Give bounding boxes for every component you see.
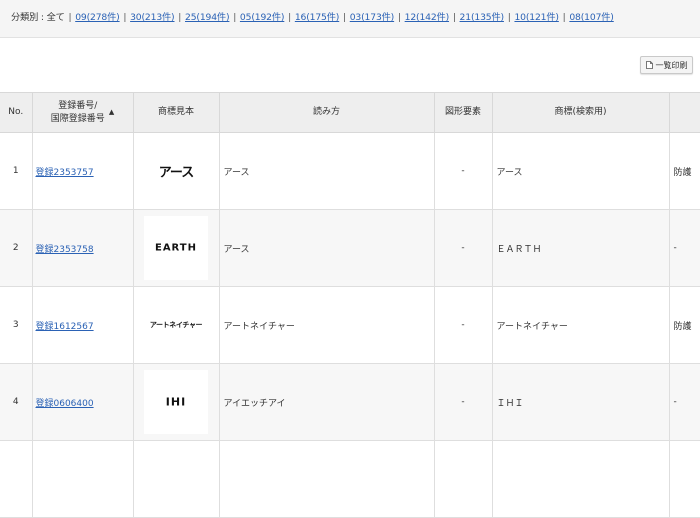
registration-cell bbox=[32, 440, 134, 518]
table-row: 3 登録1612567 アートネイチャー アートネイチャー - アートネイチャー… bbox=[0, 286, 700, 364]
header-reg-line2: 国際登録番号 bbox=[50, 113, 105, 124]
search-mark-cell: アース bbox=[492, 132, 670, 210]
header-search-mark: 商標(検索用) bbox=[492, 92, 670, 133]
trademark-image-text: IHI bbox=[165, 395, 187, 409]
row-no: 3 bbox=[0, 286, 33, 364]
table-row: 2 登録2353758 EARTH アース - ＥＡＲＴＨ - bbox=[0, 209, 700, 287]
extra-cell: 防護 bbox=[669, 132, 700, 210]
sort-ascending-icon[interactable]: ▲ bbox=[109, 108, 114, 116]
trademark-image-cell bbox=[133, 440, 220, 518]
search-mark-cell: アートネイチャー bbox=[492, 286, 670, 364]
filter-link-09[interactable]: 09(278件) bbox=[75, 12, 120, 23]
table-row bbox=[0, 440, 700, 518]
filter-label: 分類別 : bbox=[11, 12, 47, 23]
filter-link-05[interactable]: 05(192件) bbox=[240, 12, 285, 23]
header-registration-number[interactable]: 登録番号/ 国際登録番号 ▲ bbox=[32, 92, 134, 133]
table-row: 4 登録0606400 IHI アイエッチアイ - ＩＨＩ - bbox=[0, 363, 700, 441]
extra-cell: 防護 bbox=[669, 286, 700, 364]
registration-link[interactable]: 登録0606400 bbox=[36, 399, 94, 409]
table-header-row: No. 登録番号/ 国際登録番号 ▲ 商標見本 読み方 図形要素 商標(検索用) bbox=[0, 92, 700, 133]
filter-all: 全て bbox=[46, 12, 65, 23]
trademark-image-text: アートネイチャー bbox=[149, 321, 203, 329]
filter-link-21[interactable]: 21(135件) bbox=[460, 12, 505, 23]
search-mark-cell: ＥＡＲＴＨ bbox=[492, 209, 670, 287]
trademark-image: EARTH bbox=[144, 216, 208, 280]
trademark-image: IHI bbox=[144, 370, 208, 434]
header-no: No. bbox=[0, 92, 33, 133]
header-mark-sample: 商標見本 bbox=[133, 92, 220, 133]
trademark-image-text: EARTH bbox=[154, 242, 197, 254]
document-icon bbox=[645, 61, 653, 69]
row-no: 2 bbox=[0, 209, 33, 287]
filter-link-12[interactable]: 12(142件) bbox=[405, 12, 450, 23]
filter-link-25[interactable]: 25(194件) bbox=[185, 12, 230, 23]
filter-link-30[interactable]: 30(213件) bbox=[130, 12, 175, 23]
reading-cell: アース bbox=[219, 209, 435, 287]
header-reading: 読み方 bbox=[219, 92, 435, 133]
figure-cell: - bbox=[434, 209, 493, 287]
reading-cell: アートネイチャー bbox=[219, 286, 435, 364]
registration-link[interactable]: 登録2353757 bbox=[36, 168, 94, 178]
print-list-button[interactable]: 一覧印刷 bbox=[640, 56, 693, 74]
registration-link[interactable]: 登録2353758 bbox=[36, 245, 94, 255]
filter-link-08[interactable]: 08(107件) bbox=[569, 12, 614, 23]
registration-link[interactable]: 登録1612567 bbox=[36, 322, 94, 332]
header-extra bbox=[669, 92, 700, 133]
trademark-image-text: アース bbox=[158, 165, 195, 181]
reading-cell: アース bbox=[219, 132, 435, 210]
row-no: 4 bbox=[0, 363, 33, 441]
figure-cell: - bbox=[434, 363, 493, 441]
search-mark-cell: ＩＨＩ bbox=[492, 363, 670, 441]
table-row: 1 登録2353757 アース アース - アース 防護 bbox=[0, 132, 700, 210]
reading-cell: アイエッチアイ bbox=[219, 363, 435, 441]
trademark-results-table: No. 登録番号/ 国際登録番号 ▲ 商標見本 読み方 図形要素 商標(検索用)… bbox=[0, 92, 700, 518]
trademark-image: アース bbox=[144, 139, 208, 203]
filter-link-03[interactable]: 03(173件) bbox=[350, 12, 395, 23]
trademark-image: アートネイチャー bbox=[144, 293, 208, 357]
figure-cell: - bbox=[434, 286, 493, 364]
figure-cell: - bbox=[434, 132, 493, 210]
extra-cell bbox=[669, 440, 700, 518]
filter-link-16[interactable]: 16(175件) bbox=[295, 12, 340, 23]
row-no: 1 bbox=[0, 132, 33, 210]
header-reg-line1: 登録番号/ bbox=[58, 100, 98, 111]
filter-link-10[interactable]: 10(121件) bbox=[514, 12, 559, 23]
print-button-label: 一覧印刷 bbox=[655, 60, 688, 70]
figure-cell bbox=[434, 440, 493, 518]
category-filter-bar: 分類別 : 全て | 09(278件) | 30(213件) | 25(194件… bbox=[0, 0, 700, 38]
header-figure-elements: 図形要素 bbox=[434, 92, 493, 133]
reading-cell bbox=[219, 440, 435, 518]
search-mark-cell bbox=[492, 440, 670, 518]
extra-cell: - bbox=[669, 363, 700, 441]
row-no bbox=[0, 440, 33, 518]
extra-cell: - bbox=[669, 209, 700, 287]
